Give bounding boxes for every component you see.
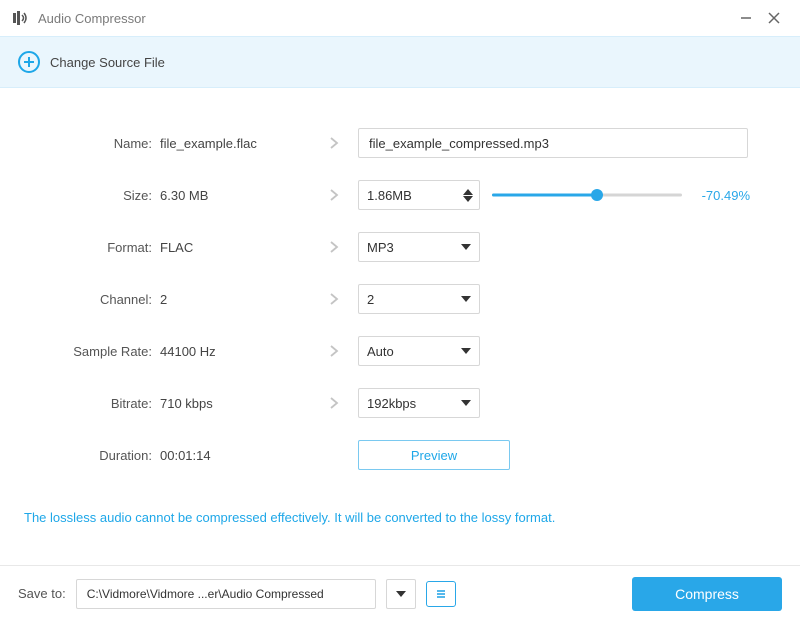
footer: Save to: C:\Vidmore\Vidmore ...er\Audio … (0, 565, 800, 621)
titlebar: Audio Compressor (0, 0, 800, 36)
row-format: Format: FLAC MP3 (20, 232, 780, 262)
output-size-value: 1.86MB (367, 188, 412, 203)
compress-button[interactable]: Compress (632, 577, 782, 611)
saveto-path-value: C:\Vidmore\Vidmore ...er\Audio Compresse… (87, 587, 324, 601)
open-folder-button[interactable] (426, 581, 456, 607)
preview-button-label: Preview (411, 448, 457, 463)
caret-down-icon (396, 591, 406, 597)
folder-icon (434, 589, 448, 599)
app-title: Audio Compressor (38, 11, 146, 26)
sample-rate-select[interactable]: Auto (358, 336, 480, 366)
row-channel: Channel: 2 2 (20, 284, 780, 314)
size-percent: -70.49% (694, 188, 750, 203)
chevron-right-icon (329, 292, 339, 306)
saveto-label: Save to: (18, 586, 66, 601)
label-sample-rate: Sample Rate: (20, 344, 160, 359)
format-select-value: MP3 (367, 240, 394, 255)
chevron-right-icon (329, 396, 339, 410)
change-source-label: Change Source File (50, 55, 165, 70)
source-bitrate: 710 kbps (160, 396, 310, 411)
source-duration: 00:01:14 (160, 448, 310, 463)
row-duration: Duration: 00:01:14 Preview (20, 440, 780, 470)
channel-select-value: 2 (367, 292, 374, 307)
compress-button-label: Compress (675, 586, 739, 602)
caret-down-icon (461, 400, 471, 406)
source-sample-rate: 44100 Hz (160, 344, 310, 359)
label-bitrate: Bitrate: (20, 396, 160, 411)
row-name: Name: file_example.flac (20, 128, 780, 158)
chevron-right-icon (329, 344, 339, 358)
sample-rate-select-value: Auto (367, 344, 394, 359)
change-source-bar[interactable]: Change Source File (0, 36, 800, 88)
output-name-input[interactable] (358, 128, 748, 158)
chevron-right-icon (329, 136, 339, 150)
label-duration: Duration: (20, 448, 160, 463)
bitrate-select[interactable]: 192kbps (358, 388, 480, 418)
row-sample-rate: Sample Rate: 44100 Hz Auto (20, 336, 780, 366)
row-bitrate: Bitrate: 710 kbps 192kbps (20, 388, 780, 418)
format-select[interactable]: MP3 (358, 232, 480, 262)
caret-down-icon (461, 244, 471, 250)
row-size: Size: 6.30 MB 1.86MB -70.49% (20, 180, 780, 210)
caret-down-icon (461, 296, 471, 302)
source-channel: 2 (160, 292, 310, 307)
saveto-path-dropdown[interactable] (386, 579, 416, 609)
label-name: Name: (20, 136, 160, 151)
channel-select[interactable]: 2 (358, 284, 480, 314)
saveto-path-field[interactable]: C:\Vidmore\Vidmore ...er\Audio Compresse… (76, 579, 376, 609)
slider-fill (492, 194, 597, 197)
label-format: Format: (20, 240, 160, 255)
size-step-down[interactable] (463, 196, 473, 202)
source-name: file_example.flac (160, 136, 310, 151)
chevron-right-icon (329, 188, 339, 202)
preview-button[interactable]: Preview (358, 440, 510, 470)
source-size: 6.30 MB (160, 188, 310, 203)
slider-thumb[interactable] (591, 189, 603, 201)
source-format: FLAC (160, 240, 310, 255)
close-button[interactable] (760, 4, 788, 32)
output-size-stepper[interactable]: 1.86MB (358, 180, 480, 210)
caret-down-icon (461, 348, 471, 354)
bitrate-select-value: 192kbps (367, 396, 416, 411)
size-slider[interactable] (492, 187, 682, 203)
chevron-right-icon (329, 240, 339, 254)
minimize-button[interactable] (732, 4, 760, 32)
app-icon (12, 9, 30, 27)
size-step-up[interactable] (463, 189, 473, 195)
plus-circle-icon (18, 51, 40, 73)
warning-text: The lossless audio cannot be compressed … (20, 510, 780, 525)
label-size: Size: (20, 188, 160, 203)
label-channel: Channel: (20, 292, 160, 307)
form-area: Name: file_example.flac Size: 6.30 MB 1.… (0, 88, 800, 535)
